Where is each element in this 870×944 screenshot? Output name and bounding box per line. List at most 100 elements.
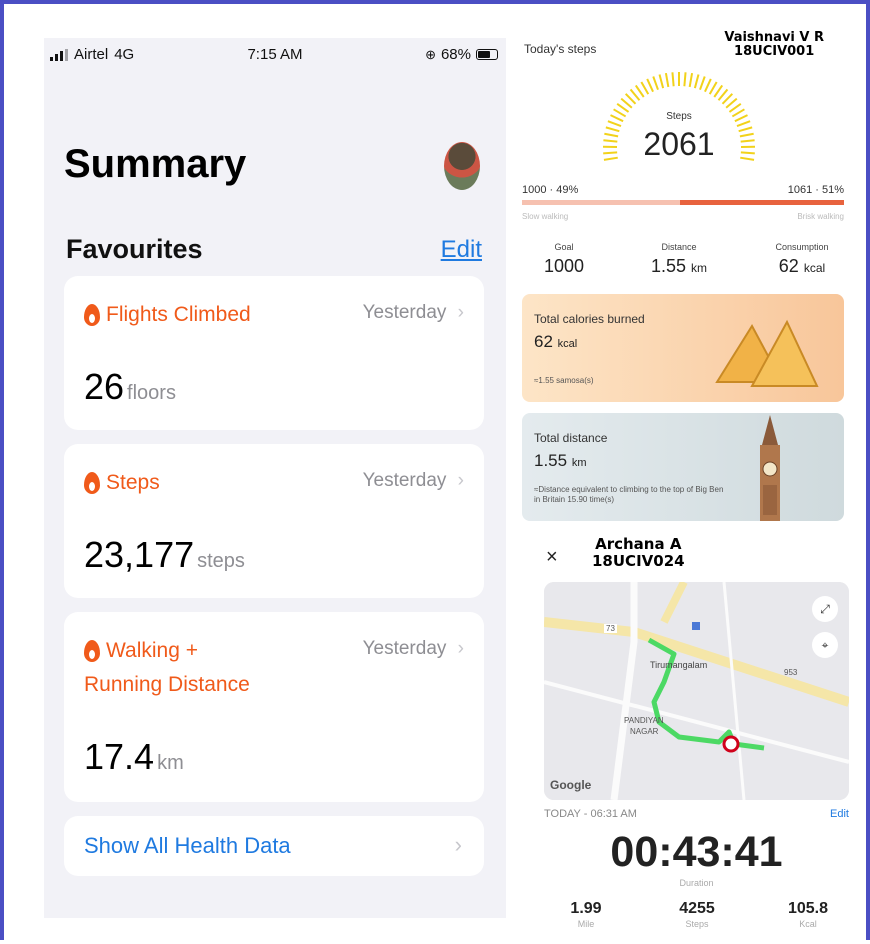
gauge-tick: [719, 89, 728, 100]
steps-value: 2061: [514, 126, 844, 163]
chevron-right-icon: ›: [458, 470, 464, 491]
flame-icon: [84, 640, 100, 662]
card-value: 23,177: [84, 534, 194, 575]
status-bar: Airtel 4G 7:15 AM ⊕ 68%: [44, 46, 506, 68]
frame: Airtel 4G 7:15 AM ⊕ 68% Summary Favourit…: [0, 0, 870, 940]
gauge-tick: [653, 76, 658, 89]
flame-icon: [84, 472, 100, 494]
avatar[interactable]: [444, 142, 480, 190]
run-tracker-screen: × Archana A18UCIV024 73 Tirumangalam PAN…: [514, 532, 859, 944]
page-title: Summary: [64, 142, 246, 187]
card-walking-running-distance[interactable]: Walking +Running Distance Yesterday › 17…: [64, 612, 484, 802]
todays-steps-label: Today's steps: [524, 42, 596, 56]
map-brand: Google: [550, 778, 591, 792]
card-unit: steps: [197, 550, 245, 572]
gauge-tick: [666, 73, 668, 87]
gauge-tick: [641, 82, 648, 94]
close-icon[interactable]: ×: [546, 546, 558, 569]
miles-stat: 1.99Mile: [551, 900, 621, 929]
calories-panel[interactable]: Total calories burned 62 kcal ≈1.55 samo…: [522, 294, 844, 402]
gauge-tick: [722, 94, 732, 104]
road-label: 73: [604, 624, 617, 633]
steps-stat: 4255Steps: [662, 900, 732, 929]
flame-icon: [84, 304, 100, 326]
gauge-tick: [626, 94, 636, 104]
total-distance-title: Total distance: [534, 431, 607, 445]
gauge-tick: [705, 79, 711, 92]
area-label: NAGAR: [630, 727, 658, 736]
map-canvas: [544, 582, 849, 800]
end-marker-icon: [724, 737, 738, 751]
duration-label: Duration: [544, 878, 849, 888]
fullscreen-icon[interactable]: ⤢: [812, 596, 838, 622]
step-counter-screen: Today's steps Vaishnavi V R18UCIV001 Ste…: [514, 28, 844, 528]
gauge-tick: [660, 75, 664, 89]
walking-progress-bar: [522, 200, 844, 205]
location-icon[interactable]: ⌖: [812, 632, 838, 658]
gauge-tick: [647, 79, 653, 92]
goal-stat: Goal1000: [524, 242, 604, 277]
session-time: TODAY - 06:31 AM: [544, 808, 637, 820]
gauge-tick: [672, 72, 673, 86]
favourites-heading: Favourites: [66, 234, 203, 265]
chevron-right-icon: ›: [458, 638, 464, 659]
area-label: Tirumangalam: [650, 660, 707, 670]
chevron-right-icon: ›: [455, 832, 462, 858]
battery-icon: [476, 49, 498, 60]
calories-value: 62 kcal: [534, 332, 577, 352]
kcal-stat: 105.8Kcal: [773, 900, 843, 929]
big-ben-icon: [750, 415, 790, 521]
gauge-tick: [636, 85, 644, 97]
poi-icon: [692, 622, 700, 630]
gauge-tick: [710, 82, 717, 94]
samosa-icon: [712, 314, 822, 394]
gauge-tick: [631, 89, 640, 100]
slow-walking-label: Slow walking: [522, 212, 568, 221]
steps-label: Steps: [514, 111, 844, 122]
card-unit: km: [157, 752, 184, 774]
student-label: Vaishnavi V R18UCIV001: [724, 31, 824, 59]
show-all-health-data-button[interactable]: Show All Health Data ›: [64, 816, 484, 876]
edit-button[interactable]: Edit: [441, 236, 482, 264]
card-flights-climbed[interactable]: Flights Climbed Yesterday › 26floors: [64, 276, 484, 430]
gauge-tick: [684, 72, 685, 86]
card-label: Flights Climbed: [106, 298, 251, 332]
card-steps[interactable]: Steps Yesterday › 23,177steps: [64, 444, 484, 598]
health-summary-screen: Airtel 4G 7:15 AM ⊕ 68% Summary Favourit…: [44, 38, 506, 918]
brisk-walking-fill: [680, 200, 844, 205]
gauge-tick: [695, 75, 699, 89]
distance-stat: Distance1.55 km: [639, 242, 719, 277]
progress-right-label: 1061 · 51%: [788, 184, 844, 196]
route-map[interactable]: 73 Tirumangalam PANDIYAN NAGAR 953 Googl…: [544, 582, 849, 800]
gauge-tick: [714, 85, 722, 97]
chevron-right-icon: ›: [458, 302, 464, 323]
gauge-tick: [726, 99, 737, 108]
card-date: Yesterday: [363, 302, 447, 323]
card-label: Steps: [106, 466, 160, 500]
card-value: 26: [84, 366, 124, 407]
edit-button[interactable]: Edit: [830, 808, 849, 820]
total-distance-value: 1.55 km: [534, 451, 587, 471]
consumption-stat: Consumption62 kcal: [760, 242, 844, 277]
brisk-walking-label: Brisk walking: [797, 212, 844, 221]
area-label: PANDIYAN: [624, 716, 664, 725]
card-value: 17.4: [84, 736, 154, 777]
battery-percent: 68%: [441, 46, 471, 63]
card-label: Walking +Running Distance: [106, 634, 250, 702]
road-label: 953: [784, 668, 797, 677]
duration-value: 00:43:41: [544, 828, 849, 877]
student-label: Archana A18UCIV024: [592, 536, 685, 570]
gauge-tick: [690, 73, 692, 87]
progress-left-label: 1000 · 49%: [522, 184, 578, 196]
calories-note: ≈1.55 samosa(s): [534, 376, 724, 386]
total-distance-note: ≈Distance equivalent to climbing to the …: [534, 485, 724, 505]
calories-title: Total calories burned: [534, 312, 645, 326]
show-all-label: Show All Health Data: [84, 833, 291, 859]
card-date: Yesterday: [363, 470, 447, 491]
total-distance-panel[interactable]: Total distance 1.55 km ≈Distance equival…: [522, 413, 844, 521]
card-date: Yesterday: [363, 638, 447, 659]
card-unit: floors: [127, 382, 176, 404]
gauge-tick: [621, 99, 632, 108]
gauge-tick: [700, 76, 705, 89]
rotation-lock-icon: ⊕: [425, 47, 436, 63]
